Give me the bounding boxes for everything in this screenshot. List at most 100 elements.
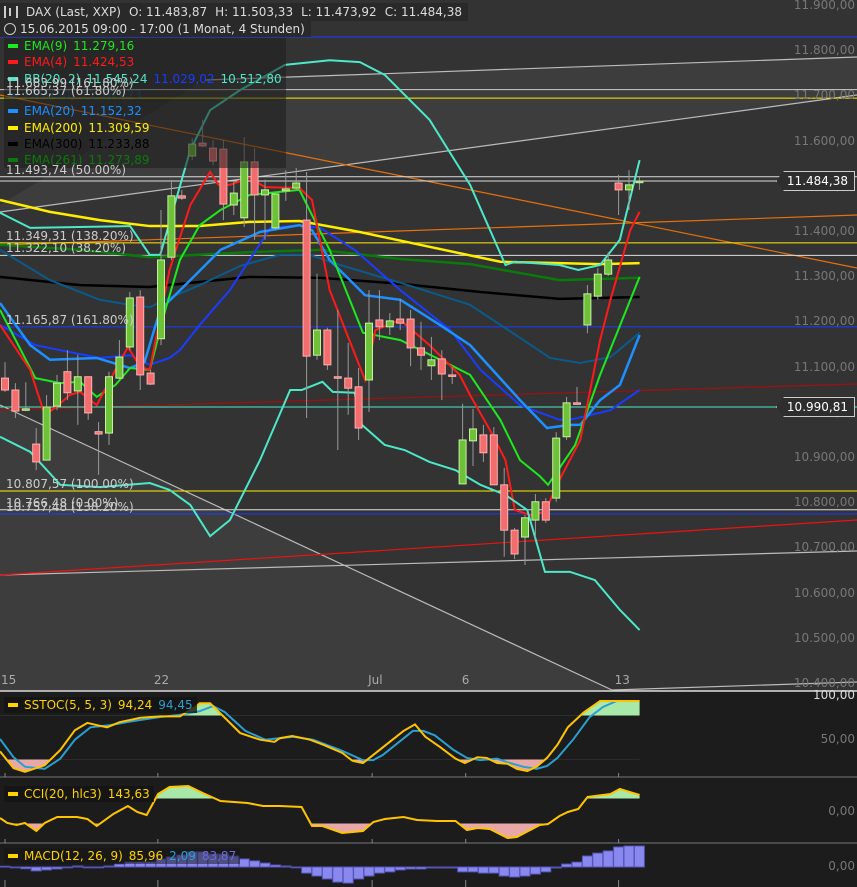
- candle-body-down: [84, 376, 93, 414]
- macd-histogram-bar: [363, 866, 375, 877]
- y-axis-tick-label: 11.700,00: [793, 88, 855, 103]
- macd-histogram-bar: [488, 866, 500, 874]
- candle[interactable]: [323, 327, 332, 370]
- macd-histogram-bar: [61, 866, 73, 869]
- macd-histogram-bar: [384, 866, 396, 873]
- legend-item[interactable]: EMA(9) 11.279,16: [8, 38, 282, 54]
- candle[interactable]: [541, 498, 550, 523]
- candle-body-down: [375, 319, 384, 328]
- macd-histogram-bar: [238, 858, 250, 868]
- macd-histogram-bar: [41, 866, 53, 871]
- y-axis-tick-label: 11.800,00: [793, 43, 855, 58]
- candle-body-down: [573, 402, 581, 405]
- sstoc-legend: SSTOC(5, 5, 3) 94,24 94,45: [4, 697, 197, 713]
- candle-body-up: [21, 408, 30, 411]
- legend-label: EMA(4): [24, 55, 68, 70]
- y-axis-tick-label: 11.100,00: [793, 359, 855, 374]
- cci-label: CCI(20, hlc3): [24, 787, 102, 801]
- sstoc-axis-100: 100,00: [813, 688, 855, 702]
- macd-hist-value: 83,87: [201, 849, 237, 863]
- legend-swatch: [8, 792, 18, 796]
- ohlc-low: L: 11.473,92: [301, 5, 377, 19]
- candle-body-up: [115, 356, 124, 379]
- candle-body-up: [552, 437, 561, 499]
- legend-label: EMA(300): [24, 136, 83, 151]
- price-tag: 10.990,81: [775, 397, 855, 418]
- candle-body-up: [42, 406, 51, 461]
- legend-swatch: [8, 109, 18, 114]
- legend-item[interactable]: EMA(200) 11.309,59: [8, 119, 282, 135]
- candle-body-up: [521, 517, 529, 538]
- macd-histogram-bar: [373, 866, 385, 874]
- macd-histogram-bar: [342, 866, 354, 884]
- macd-histogram-bar: [20, 866, 32, 870]
- candle-body-up: [385, 320, 394, 328]
- clock-icon[interactable]: [4, 23, 16, 35]
- candle-body-down: [417, 347, 425, 356]
- cci-value: 143,63: [107, 787, 150, 801]
- legend-swatch: [8, 60, 18, 65]
- candle[interactable]: [271, 193, 280, 231]
- candle[interactable]: [489, 427, 498, 486]
- candle-body-up: [531, 501, 540, 521]
- period-row: 15.06.2015 09:00 - 17:00 (1 Monat, 4 Stu…: [0, 21, 311, 37]
- macd-histogram-bar: [633, 845, 645, 868]
- candle-body-down: [63, 371, 72, 394]
- macd-histogram-bar: [93, 866, 105, 869]
- chart-window: DAX (Last, XXP) O: 11.483,87 H: 11.503,3…: [0, 0, 857, 887]
- candle-body-up: [261, 189, 269, 196]
- cci-legend: CCI(20, hlc3) 143,63: [4, 786, 154, 802]
- y-axis-tick-label: 11.400,00: [793, 224, 855, 238]
- macd-histogram-bar: [394, 866, 406, 871]
- candle[interactable]: [136, 290, 145, 391]
- macd-histogram-bar: [550, 866, 562, 869]
- candle[interactable]: [510, 527, 519, 560]
- candle-body-up: [281, 188, 290, 192]
- macd-histogram-bar: [72, 865, 84, 868]
- candle-body-down: [479, 434, 488, 454]
- macd-histogram-bar: [82, 866, 94, 869]
- macd-histogram-bar: [259, 862, 271, 868]
- x-axis-date-label: 6: [461, 673, 470, 687]
- y-axis-tick-label: 11.900,00: [793, 0, 855, 12]
- macd-histogram-bar: [415, 866, 427, 870]
- candle-body-down: [500, 484, 509, 531]
- legend-item[interactable]: EMA(4) 11.424,53: [8, 54, 282, 70]
- x-axis-date-label: 15: [1, 673, 17, 687]
- macd-histogram-bar: [103, 865, 115, 868]
- sstoc-k-value: 94,24: [117, 698, 153, 712]
- macd-histogram-bar: [561, 863, 573, 868]
- candle[interactable]: [562, 396, 571, 440]
- candle[interactable]: [552, 432, 561, 502]
- fib-level-label: 10.807,57 (100.00%): [6, 476, 134, 491]
- macd-label: MACD(12, 26, 9): [24, 849, 123, 863]
- ohlc-close: C: 11.484,38: [384, 5, 463, 19]
- macd-histogram-bar: [467, 866, 479, 873]
- legend-item[interactable]: EMA(20) 11.152,32: [8, 103, 282, 119]
- macd-histogram-bar: [332, 866, 344, 883]
- macd-histogram-bar: [529, 866, 541, 875]
- chart-header: DAX (Last, XXP) O: 11.483,87 H: 11.503,3…: [0, 3, 469, 21]
- legend-item[interactable]: EMA(300) 11.233,88: [8, 136, 282, 152]
- macd-histogram-bar: [353, 866, 365, 880]
- candle-body-up: [635, 180, 644, 184]
- macd-histogram-bar: [280, 865, 292, 868]
- macd-histogram-bar: [51, 866, 63, 870]
- macd-histogram-bar: [311, 866, 323, 877]
- candle-body-up: [604, 259, 613, 275]
- candle-body-up: [313, 329, 321, 356]
- chart-type-icon[interactable]: [4, 6, 18, 18]
- candle-body-up: [240, 161, 249, 219]
- fib-level-label: 11.165,87 (161.80%): [6, 312, 134, 327]
- macd-histogram-bar: [301, 866, 313, 874]
- ohlc-high: H: 11.503,33: [215, 5, 294, 19]
- candle-body-up: [292, 182, 301, 189]
- instrument-name: DAX (Last, XXP): [26, 5, 121, 19]
- legend-label: EMA(20): [24, 104, 75, 119]
- macd-histogram-bar: [9, 866, 21, 869]
- candle[interactable]: [84, 376, 93, 420]
- fib-level-label: 11.322,10 (38.20%): [6, 241, 127, 256]
- candle-body-down: [177, 195, 186, 199]
- macd-histogram-bar: [249, 860, 261, 868]
- legend-swatch: [8, 141, 18, 146]
